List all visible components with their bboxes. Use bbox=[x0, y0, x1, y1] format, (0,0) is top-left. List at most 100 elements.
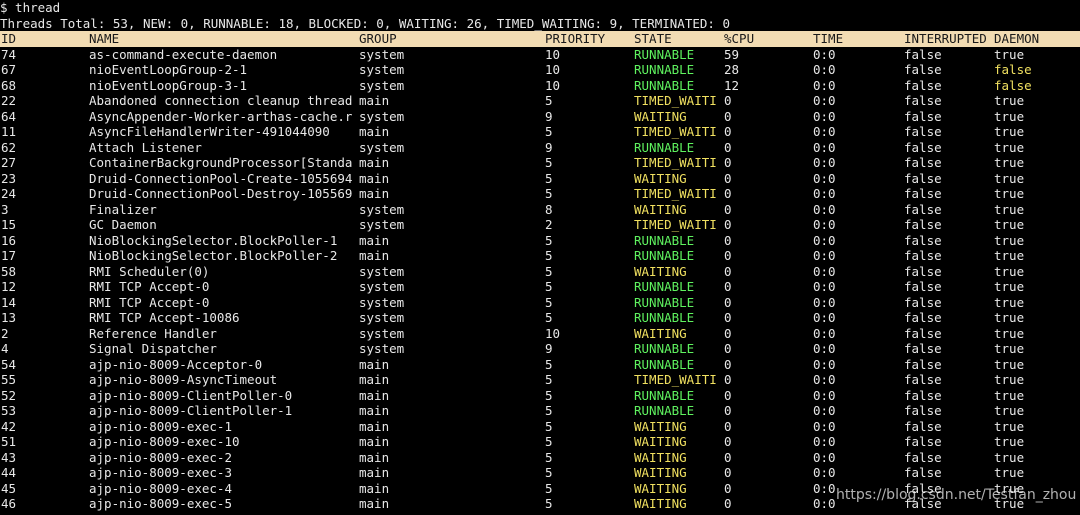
cell-name: ajp-nio-8009-Acceptor-0 bbox=[89, 356, 263, 372]
cell-time: 0:0 bbox=[813, 93, 836, 108]
terminal-window[interactable]: $ thread Threads Total: 53, NEW: 0, RUNN… bbox=[0, 0, 1080, 515]
cell-time: 0:0 bbox=[813, 139, 836, 155]
cell-daemon: true bbox=[994, 170, 1025, 186]
cell-cpu: 0 bbox=[724, 325, 732, 341]
cell-time: 0:0 bbox=[813, 62, 836, 77]
cell-priority: 5 bbox=[545, 279, 553, 294]
column-header-daemon: DAEMON bbox=[994, 31, 1040, 46]
cell-group: system bbox=[359, 279, 405, 294]
cell-state: RUNNABLE bbox=[634, 279, 695, 294]
cell-interrupted: false bbox=[904, 372, 942, 387]
column-header-group: GROUP bbox=[359, 31, 397, 46]
cell-group: main bbox=[359, 232, 390, 248]
cell-state: RUNNABLE bbox=[634, 77, 695, 93]
cell-cpu: 0 bbox=[724, 294, 732, 310]
cell-group: system bbox=[359, 217, 405, 232]
cell-name: ajp-nio-8009-ClientPoller-0 bbox=[89, 387, 293, 403]
cell-cpu: 0 bbox=[724, 465, 732, 480]
cell-name: ajp-nio-8009-ClientPoller-1 bbox=[89, 403, 293, 418]
cell-interrupted: false bbox=[904, 294, 942, 310]
cell-name: AsyncAppender-Worker-arthas-cache.r bbox=[89, 108, 353, 124]
cell-daemon: false bbox=[994, 62, 1032, 77]
cell-cpu: 0 bbox=[724, 449, 732, 465]
cell-state: WAITING bbox=[634, 480, 687, 496]
cell-state: WAITING bbox=[634, 170, 687, 186]
cell-daemon: true bbox=[994, 217, 1025, 232]
cell-state: TIMED_WAITI bbox=[634, 93, 717, 108]
cell-daemon: true bbox=[994, 325, 1025, 341]
cell-id: 52 bbox=[1, 387, 17, 403]
cell-interrupted: false bbox=[904, 62, 942, 77]
cell-time: 0:0 bbox=[813, 108, 836, 124]
cell-id: 17 bbox=[1, 248, 17, 263]
column-header-name: NAME bbox=[89, 31, 120, 46]
cell-group: system bbox=[359, 139, 405, 155]
cell-priority: 8 bbox=[545, 201, 553, 217]
cell-group: main bbox=[359, 155, 390, 170]
cell-time: 0:0 bbox=[813, 372, 836, 387]
cell-id: 43 bbox=[1, 449, 17, 465]
cell-daemon: true bbox=[994, 248, 1025, 263]
cell-state: WAITING bbox=[634, 418, 687, 434]
cell-cpu: 0 bbox=[724, 403, 732, 418]
cell-priority: 5 bbox=[545, 403, 553, 418]
cell-time: 0:0 bbox=[813, 449, 836, 465]
cell-state: RUNNABLE bbox=[634, 403, 695, 418]
table-row: 13 RMI TCP Accept-10086 system 5 RUNNABLE 0 0:… bbox=[0, 310, 1080, 326]
cell-daemon: true bbox=[994, 341, 1025, 356]
cell-priority: 5 bbox=[545, 170, 553, 186]
cell-priority: 5 bbox=[545, 465, 553, 480]
cell-group: system bbox=[359, 46, 405, 62]
cell-name: Reference Handler bbox=[89, 325, 217, 341]
cell-name: nioEventLoopGroup-2-1 bbox=[89, 62, 248, 77]
cell-id: 42 bbox=[1, 418, 17, 434]
cell-id: 51 bbox=[1, 434, 17, 449]
cell-priority: 10 bbox=[545, 77, 561, 93]
cell-name: Finalizer bbox=[89, 201, 157, 217]
cell-state: TIMED_WAITI bbox=[634, 186, 717, 201]
cell-daemon: true bbox=[994, 465, 1025, 480]
cell-time: 0:0 bbox=[813, 77, 836, 93]
cell-state: RUNNABLE bbox=[634, 46, 695, 62]
table-row: 12 RMI TCP Accept-0 system 5 RUNNABLE 0 0:0 fal… bbox=[0, 279, 1080, 295]
cell-group: main bbox=[359, 387, 390, 403]
cell-time: 0:0 bbox=[813, 124, 836, 139]
cell-daemon: true bbox=[994, 186, 1025, 201]
cell-id: 24 bbox=[1, 186, 17, 201]
table-row: 15 GC Daemon system 2 TIMED_WAITI 0 0:0 false tr… bbox=[0, 217, 1080, 233]
cell-state: WAITING bbox=[634, 496, 687, 511]
cell-name: ajp-nio-8009-exec-3 bbox=[89, 465, 232, 480]
cell-interrupted: false bbox=[904, 139, 942, 155]
cell-name: Signal Dispatcher bbox=[89, 341, 217, 356]
cell-daemon: true bbox=[994, 387, 1025, 403]
cell-state: WAITING bbox=[634, 263, 687, 279]
table-row: 4 Signal Dispatcher system 9 RUNNABLE 0 0:0 fal… bbox=[0, 341, 1080, 357]
table-row: 53 ajp-nio-8009-ClientPoller-1 main 5 RUNNAB… bbox=[0, 403, 1080, 419]
cell-group: system bbox=[359, 77, 405, 93]
cell-time: 0:0 bbox=[813, 341, 836, 356]
cell-cpu: 0 bbox=[724, 170, 732, 186]
cell-interrupted: false bbox=[904, 186, 942, 201]
table-header: ID NAME GROUP PRIORITY STATE %CPU TIME I… bbox=[0, 31, 1080, 47]
cell-priority: 5 bbox=[545, 93, 553, 108]
cell-interrupted: false bbox=[904, 403, 942, 418]
cell-state: TIMED_WAITI bbox=[634, 124, 717, 139]
column-header-id: ID bbox=[1, 31, 17, 46]
cell-interrupted: false bbox=[904, 93, 942, 108]
cell-cpu: 59 bbox=[724, 46, 740, 62]
cell-priority: 10 bbox=[545, 46, 561, 62]
cell-interrupted: false bbox=[904, 201, 942, 217]
cell-priority: 5 bbox=[545, 310, 553, 325]
cell-cpu: 0 bbox=[724, 263, 732, 279]
table-row: 74 as-command-execute-daemon system 10 RUNNA… bbox=[0, 47, 1080, 63]
cell-name: AsyncFileHandlerWriter-491044090 bbox=[89, 124, 330, 139]
cell-priority: 5 bbox=[545, 294, 553, 310]
table-row: 11 AsyncFileHandlerWriter-491044090 main 5 T… bbox=[0, 124, 1080, 140]
cell-state: RUNNABLE bbox=[634, 62, 695, 77]
cell-state: WAITING bbox=[634, 465, 687, 480]
cell-id: 64 bbox=[1, 108, 17, 124]
cell-time: 0:0 bbox=[813, 403, 836, 418]
cell-state: RUNNABLE bbox=[634, 139, 695, 155]
cell-name: RMI Scheduler(0) bbox=[89, 263, 210, 279]
cell-interrupted: false bbox=[904, 418, 942, 434]
